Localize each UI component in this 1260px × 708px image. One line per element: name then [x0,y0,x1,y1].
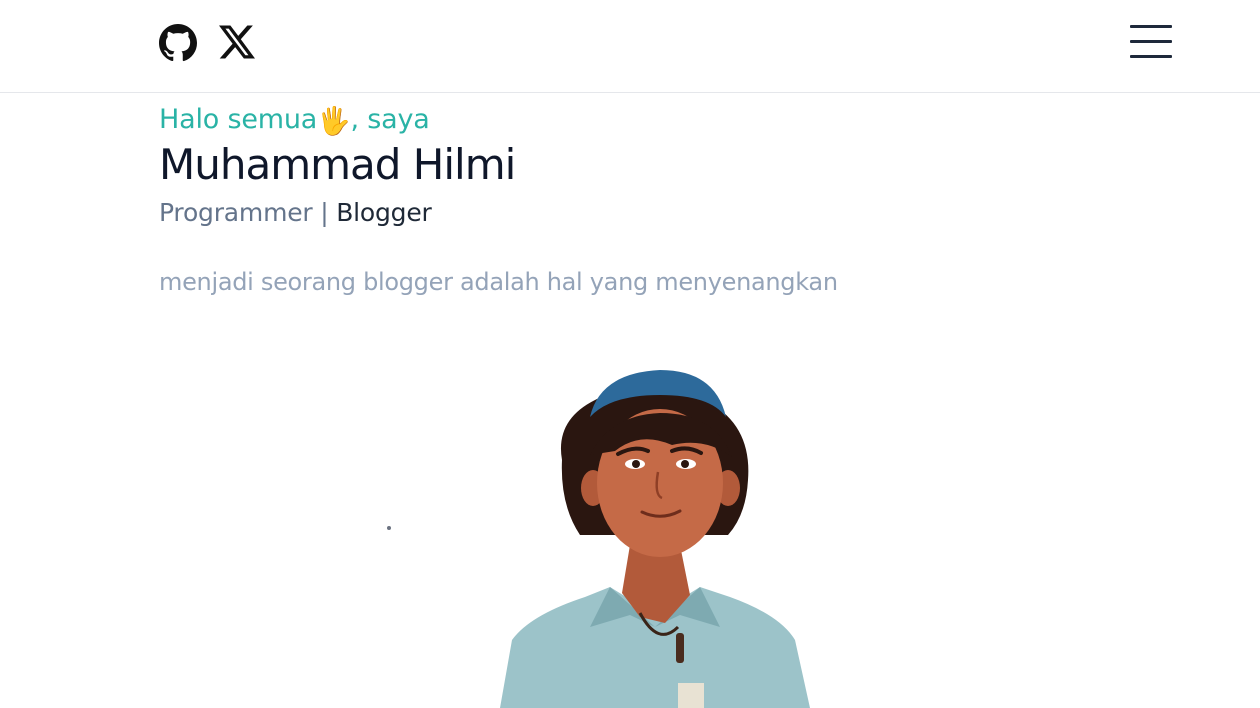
avatar-illustration [500,370,810,708]
menu-bar-line [1130,40,1172,43]
hamburger-menu-button[interactable] [1130,24,1174,60]
github-icon [159,24,197,62]
top-navbar [0,0,1260,93]
menu-bar-line [1130,55,1172,58]
x-logo-icon [219,25,255,59]
role-separator: | [312,198,337,227]
github-link[interactable] [159,24,197,62]
page: Halo semua🖐, saya Muhammad Hilmi Program… [0,0,1260,708]
tagline: menjadi seorang blogger adalah hal yang … [159,268,838,296]
greeting-prefix: Halo semua [159,104,318,135]
role-programmer: Programmer [159,198,313,227]
roles: Programmer | Blogger [159,198,432,227]
waving-hand-icon: 🖐 [317,106,351,137]
menu-bar-line [1130,25,1172,28]
greeting-suffix: , saya [350,104,430,135]
decorative-dot [387,526,391,530]
role-blogger: Blogger [336,198,432,227]
page-title: Muhammad Hilmi [159,140,516,189]
x-link[interactable] [219,25,255,59]
greeting: Halo semua🖐, saya [159,104,430,137]
